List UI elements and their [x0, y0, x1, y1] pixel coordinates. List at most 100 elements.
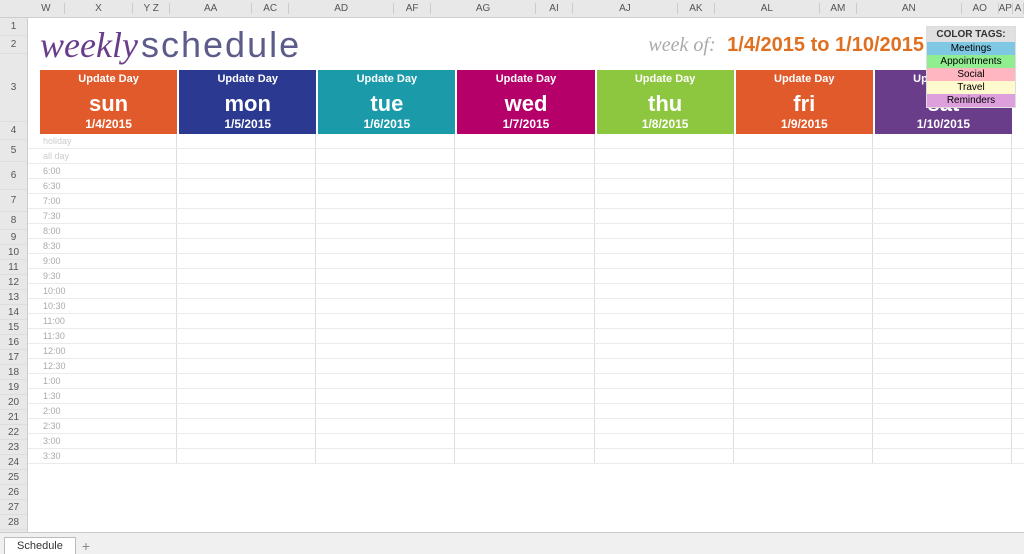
- time-cell-20-day-5[interactable]: [736, 434, 873, 448]
- time-cell-21-day-6[interactable]: [875, 449, 1012, 463]
- time-cell-4-day-1[interactable]: [179, 194, 316, 208]
- time-cell-1-day-4[interactable]: [597, 149, 734, 163]
- time-cell-5-day-0[interactable]: 7:30: [40, 209, 177, 223]
- time-cell-14-day-1[interactable]: [179, 344, 316, 358]
- time-cell-20-day-3[interactable]: [457, 434, 594, 448]
- time-cell-14-day-3[interactable]: [457, 344, 594, 358]
- time-cell-1-day-3[interactable]: [457, 149, 594, 163]
- schedule-tab[interactable]: Schedule: [4, 537, 76, 554]
- time-cell-17-day-6[interactable]: [875, 389, 1012, 403]
- time-cell-21-day-1[interactable]: [179, 449, 316, 463]
- time-cell-6-day-3[interactable]: [457, 224, 594, 238]
- time-cell-21-day-3[interactable]: [457, 449, 594, 463]
- time-cell-5-day-2[interactable]: [318, 209, 455, 223]
- time-cell-14-day-0[interactable]: 12:00: [40, 344, 177, 358]
- time-cell-0-day-5[interactable]: [736, 134, 873, 148]
- time-cell-20-day-6[interactable]: [875, 434, 1012, 448]
- time-cell-4-day-4[interactable]: [597, 194, 734, 208]
- time-cell-14-day-5[interactable]: [736, 344, 873, 358]
- time-cell-21-day-4[interactable]: [597, 449, 734, 463]
- time-cell-6-day-1[interactable]: [179, 224, 316, 238]
- time-cell-10-day-0[interactable]: 10:00: [40, 284, 177, 298]
- time-cell-16-day-6[interactable]: [875, 374, 1012, 388]
- time-cell-1-day-6[interactable]: [875, 149, 1012, 163]
- time-cell-2-day-5[interactable]: [736, 164, 873, 178]
- time-cell-8-day-2[interactable]: [318, 254, 455, 268]
- time-cell-21-day-0[interactable]: 3:30: [40, 449, 177, 463]
- time-cell-12-day-4[interactable]: [597, 314, 734, 328]
- time-cell-4-day-6[interactable]: [875, 194, 1012, 208]
- time-cell-11-day-3[interactable]: [457, 299, 594, 313]
- time-cell-19-day-2[interactable]: [318, 419, 455, 433]
- time-cell-17-day-3[interactable]: [457, 389, 594, 403]
- time-cell-0-day-1[interactable]: [179, 134, 316, 148]
- time-cell-10-day-2[interactable]: [318, 284, 455, 298]
- time-cell-7-day-1[interactable]: [179, 239, 316, 253]
- time-cell-0-day-0[interactable]: holiday: [40, 134, 177, 148]
- time-cell-16-day-5[interactable]: [736, 374, 873, 388]
- time-cell-2-day-3[interactable]: [457, 164, 594, 178]
- time-cell-3-day-2[interactable]: [318, 179, 455, 193]
- time-cell-11-day-6[interactable]: [875, 299, 1012, 313]
- time-cell-19-day-6[interactable]: [875, 419, 1012, 433]
- update-day-thu[interactable]: Update Day: [597, 70, 734, 88]
- time-cell-5-day-1[interactable]: [179, 209, 316, 223]
- time-cell-17-day-2[interactable]: [318, 389, 455, 403]
- time-cell-10-day-4[interactable]: [597, 284, 734, 298]
- time-cell-5-day-6[interactable]: [875, 209, 1012, 223]
- time-cell-10-day-1[interactable]: [179, 284, 316, 298]
- time-cell-9-day-5[interactable]: [736, 269, 873, 283]
- update-day-tue[interactable]: Update Day: [318, 70, 455, 88]
- time-cell-0-day-3[interactable]: [457, 134, 594, 148]
- time-cell-15-day-5[interactable]: [736, 359, 873, 373]
- time-cell-15-day-3[interactable]: [457, 359, 594, 373]
- time-cell-12-day-1[interactable]: [179, 314, 316, 328]
- time-cell-19-day-3[interactable]: [457, 419, 594, 433]
- time-cell-10-day-6[interactable]: [875, 284, 1012, 298]
- time-cell-11-day-2[interactable]: [318, 299, 455, 313]
- time-cell-11-day-4[interactable]: [597, 299, 734, 313]
- time-cell-20-day-2[interactable]: [318, 434, 455, 448]
- update-day-sun[interactable]: Update Day: [40, 70, 177, 88]
- time-cell-18-day-4[interactable]: [597, 404, 734, 418]
- time-cell-16-day-4[interactable]: [597, 374, 734, 388]
- time-cell-13-day-4[interactable]: [597, 329, 734, 343]
- time-cell-6-day-4[interactable]: [597, 224, 734, 238]
- time-cell-2-day-2[interactable]: [318, 164, 455, 178]
- time-cell-18-day-1[interactable]: [179, 404, 316, 418]
- time-cell-13-day-3[interactable]: [457, 329, 594, 343]
- time-cell-6-day-5[interactable]: [736, 224, 873, 238]
- time-cell-17-day-5[interactable]: [736, 389, 873, 403]
- time-cell-19-day-1[interactable]: [179, 419, 316, 433]
- time-cell-8-day-4[interactable]: [597, 254, 734, 268]
- time-cell-15-day-4[interactable]: [597, 359, 734, 373]
- time-cell-7-day-6[interactable]: [875, 239, 1012, 253]
- time-cell-1-day-1[interactable]: [179, 149, 316, 163]
- time-cell-19-day-0[interactable]: 2:30: [40, 419, 177, 433]
- time-cell-12-day-6[interactable]: [875, 314, 1012, 328]
- add-tab-button[interactable]: +: [78, 538, 94, 554]
- time-cell-18-day-6[interactable]: [875, 404, 1012, 418]
- time-cell-12-day-2[interactable]: [318, 314, 455, 328]
- time-cell-0-day-4[interactable]: [597, 134, 734, 148]
- time-cell-7-day-5[interactable]: [736, 239, 873, 253]
- time-cell-15-day-0[interactable]: 12:30: [40, 359, 177, 373]
- time-cell-5-day-3[interactable]: [457, 209, 594, 223]
- time-cell-8-day-3[interactable]: [457, 254, 594, 268]
- time-cell-17-day-1[interactable]: [179, 389, 316, 403]
- time-cell-7-day-0[interactable]: 8:30: [40, 239, 177, 253]
- time-cell-15-day-2[interactable]: [318, 359, 455, 373]
- time-cell-4-day-5[interactable]: [736, 194, 873, 208]
- time-cell-0-day-2[interactable]: [318, 134, 455, 148]
- time-cell-16-day-0[interactable]: 1:00: [40, 374, 177, 388]
- time-cell-13-day-5[interactable]: [736, 329, 873, 343]
- time-cell-14-day-4[interactable]: [597, 344, 734, 358]
- update-day-wed[interactable]: Update Day: [457, 70, 594, 88]
- time-cell-2-day-0[interactable]: 6:00: [40, 164, 177, 178]
- time-cell-13-day-0[interactable]: 11:30: [40, 329, 177, 343]
- time-cell-8-day-5[interactable]: [736, 254, 873, 268]
- time-cell-20-day-0[interactable]: 3:00: [40, 434, 177, 448]
- time-cell-2-day-6[interactable]: [875, 164, 1012, 178]
- time-cell-8-day-1[interactable]: [179, 254, 316, 268]
- update-day-fri[interactable]: Update Day: [736, 70, 873, 88]
